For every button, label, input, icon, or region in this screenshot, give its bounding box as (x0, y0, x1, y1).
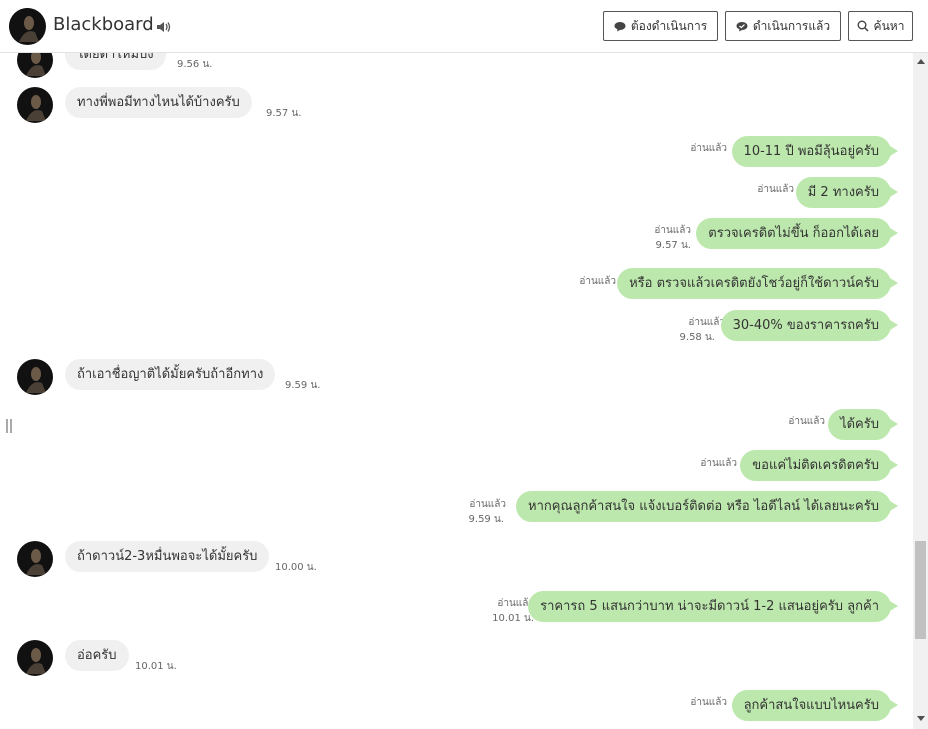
bubble-tail (890, 187, 898, 197)
message-time: 10.01 น. (492, 613, 534, 624)
message-time: 10.01 น. (135, 661, 177, 672)
search-icon (857, 20, 869, 32)
contact-name: Blackboard (53, 14, 154, 35)
outgoing-message[interactable]: ขอแค่ไม่ติดเครดิตครับ (740, 450, 891, 481)
message-time: 9.56 น. (177, 59, 213, 70)
scroll-up-icon[interactable] (917, 59, 925, 64)
bubble-tail (890, 501, 898, 511)
incoming-message[interactable]: ทางพี่พอมีทางไหนได้บ้างครับ (65, 87, 252, 118)
message-time: 10.00 น. (275, 562, 317, 573)
sender-avatar (17, 359, 53, 395)
scrollbar-thumb[interactable] (915, 541, 926, 639)
read-receipt: อ่านแล้ว (469, 499, 506, 510)
outgoing-message[interactable]: หรือ ตรวจแล้วเครดิตยังโชว์อยู่ก็ใช้ดาวน์… (617, 268, 891, 299)
bubble-tail (890, 228, 898, 238)
message-time: 9.59 น. (285, 380, 321, 391)
search-label: ค้นหา (873, 18, 905, 33)
outgoing-message[interactable]: ตรวจเครดิตไม่ขึ้น ก็ออกได้เลย (696, 218, 891, 249)
bubble-tail (890, 278, 898, 288)
todo-label: ต้องดำเนินการ (630, 18, 708, 33)
read-receipt: อ่านแล้ว (579, 276, 616, 287)
bubble-tail (890, 146, 898, 156)
incoming-message[interactable]: ถ้าดาวน์2-3หมื่นพอจะได้มั้ยครับ (65, 541, 270, 572)
search-button[interactable]: ค้นหา (848, 11, 913, 41)
bubble-tail (890, 700, 898, 710)
done-label: ดำเนินการแล้ว (752, 18, 831, 33)
read-receipt: อ่านแล้ว (757, 184, 794, 195)
incoming-message[interactable]: ถ้าเอาชื่อญาติได้มั้ยครับถ้าอีกทาง (65, 359, 276, 390)
contact-avatar[interactable] (9, 8, 46, 45)
read-receipt: อ่านแล้ว (690, 697, 727, 708)
read-receipt: อ่านแล้ว (688, 317, 725, 328)
read-receipt: อ่านแล้ว (690, 143, 727, 154)
message-time: 9.58 น. (679, 332, 715, 343)
bubble-tail (890, 320, 898, 330)
outgoing-message[interactable]: 30-40% ของราคารถครับ (720, 310, 891, 341)
read-receipt: อ่านแล้ว (654, 225, 691, 236)
outgoing-message[interactable]: มี 2 ทางครับ (795, 177, 891, 208)
sender-avatar (17, 53, 53, 78)
bubble-tail (890, 601, 898, 611)
message-time: 9.57 น. (266, 108, 302, 119)
resize-handle[interactable] (6, 419, 12, 433)
speaker-icon[interactable] (156, 19, 171, 33)
chat-bubble-icon (614, 21, 626, 31)
todo-button[interactable]: ต้องดำเนินการ (603, 11, 718, 41)
message-time: 9.59 น. (468, 514, 504, 525)
outgoing-message[interactable]: 10-11 ปี พอมีลุ้นอยู่ครับ (731, 136, 891, 167)
read-receipt: อ่านแล้ว (788, 416, 825, 427)
outgoing-message[interactable]: หากคุณลูกค้าสนใจ แจ้งเบอร์ติดต่อ หรือ ไอ… (516, 491, 891, 522)
scroll-down-icon[interactable] (917, 716, 925, 721)
read-receipt: อ่านแล้ว (700, 458, 737, 469)
message-list[interactable]: ได้ยดาไหมบง 9.56 น. ทางพี่พอมีทางไหนได้บ… (0, 53, 913, 729)
bubble-tail (890, 419, 898, 429)
scrollbar[interactable] (913, 53, 928, 729)
check-bubble-icon (736, 21, 748, 31)
outgoing-message[interactable]: ได้ครับ (828, 409, 891, 440)
outgoing-message[interactable]: ลูกค้าสนใจแบบไหนครับ (731, 690, 891, 721)
sender-avatar (17, 541, 53, 577)
done-button[interactable]: ดำเนินการแล้ว (725, 11, 841, 41)
sender-avatar (17, 640, 53, 676)
outgoing-message[interactable]: ราคารถ 5 แสนกว่าบาท น่าจะมีดาวน์ 1-2 แสน… (528, 591, 891, 622)
incoming-message[interactable]: อ่อครับ (65, 640, 129, 671)
bubble-tail (890, 460, 898, 470)
chat-header: Blackboard ต้องดำเนินการ ดำเนินการแล้ว ค… (0, 0, 928, 53)
incoming-message[interactable]: ได้ยดาไหมบง (65, 53, 166, 70)
message-time: 9.57 น. (655, 240, 691, 251)
sender-avatar (17, 87, 53, 123)
